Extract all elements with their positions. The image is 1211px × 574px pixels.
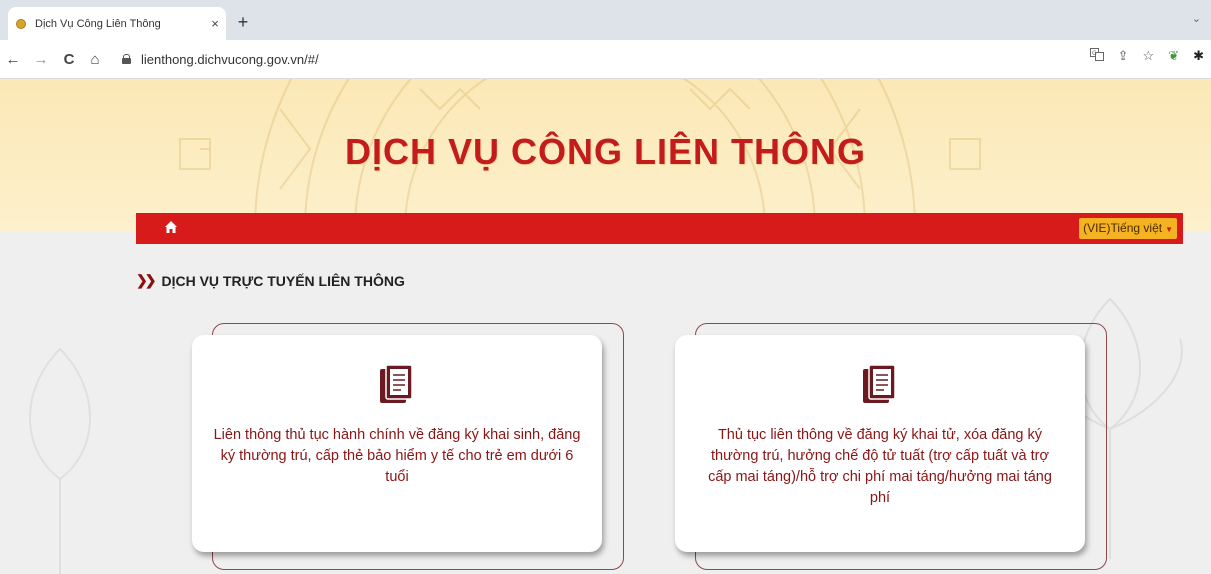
extension-icon[interactable]: ❦ bbox=[1168, 48, 1179, 64]
lock-icon[interactable] bbox=[122, 54, 131, 64]
site-title: DỊCH VỤ CÔNG LIÊN THÔNG bbox=[344, 131, 866, 172]
share-icon[interactable]: ⇪ bbox=[1118, 48, 1129, 64]
browser-tab[interactable]: Dịch Vụ Công Liên Thông × bbox=[8, 7, 226, 40]
document-icon bbox=[380, 365, 413, 403]
language-select[interactable]: (VIE)Tiếng việt ▼ bbox=[1079, 218, 1177, 239]
lotus-decoration-left bbox=[29, 347, 91, 574]
favicon-icon bbox=[16, 18, 26, 29]
tab-title: Dịch Vụ Công Liên Thông bbox=[35, 17, 161, 30]
double-chevron-icon: ❯❯ bbox=[136, 272, 157, 288]
star-icon[interactable]: ☆ bbox=[1143, 48, 1155, 64]
new-tab-button[interactable]: + bbox=[232, 12, 254, 32]
header-banner: DỊCH VỤ CÔNG LIÊN THÔNG bbox=[0, 79, 1211, 232]
toolbar-right-icons: G ⇪ ☆ ❦ ✱ bbox=[1083, 48, 1211, 64]
card-text: Thủ tục liên thông về đăng ký khai tử, x… bbox=[708, 427, 1052, 506]
web-page: DỊCH VỤ CÔNG LIÊN THÔNG (VIE)Tiếng việt ▼… bbox=[0, 79, 1211, 574]
url-text[interactable]: lienthong.dichvucong.gov.vn/#/ bbox=[141, 52, 319, 67]
home-icon[interactable] bbox=[164, 220, 178, 234]
svg-text:G: G bbox=[1092, 50, 1097, 57]
tab-close-icon[interactable]: × bbox=[204, 16, 226, 31]
puzzle-icon[interactable]: ✱ bbox=[1193, 48, 1204, 64]
address-bar[interactable]: lienthong.dichvucong.gov.vn/#/ bbox=[120, 46, 1150, 72]
home-button[interactable]: ⌂ bbox=[84, 51, 106, 68]
main-navbar: (VIE)Tiếng việt ▼ bbox=[136, 213, 1183, 244]
section-title: ❯❯ DỊCH VỤ TRỰC TUYẾN LIÊN THÔNG bbox=[136, 272, 405, 289]
language-label: (VIE)Tiếng việt bbox=[1083, 221, 1163, 235]
document-icon bbox=[863, 365, 896, 403]
reload-button[interactable]: C bbox=[58, 51, 80, 68]
browser-toolbar: ← → C ⌂ lienthong.dichvucong.gov.vn/#/ bbox=[0, 40, 1211, 79]
chevron-down-icon: ▼ bbox=[1165, 225, 1173, 234]
card-text: Liên thông thủ tục hành chính về đăng ký… bbox=[213, 427, 581, 485]
back-button[interactable]: ← bbox=[2, 51, 24, 68]
tab-search-icon[interactable]: ⌄ bbox=[1192, 12, 1201, 25]
service-card-1[interactable]: Liên thông thủ tục hành chính về đăng ký… bbox=[192, 335, 602, 552]
section-title-text: DỊCH VỤ TRỰC TUYẾN LIÊN THÔNG bbox=[161, 272, 405, 289]
browser-tabbar: Dịch Vụ Công Liên Thông × + ⌄ bbox=[0, 0, 1211, 40]
forward-button[interactable]: → bbox=[30, 51, 52, 68]
service-card-2[interactable]: Thủ tục liên thông về đăng ký khai tử, x… bbox=[675, 335, 1085, 552]
translate-icon[interactable]: G bbox=[1089, 48, 1104, 64]
